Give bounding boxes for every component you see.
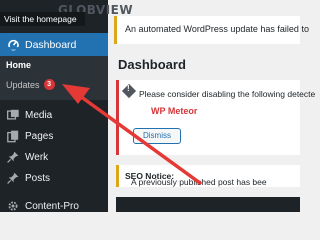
media-icon	[4, 108, 22, 122]
submenu-updates-label: Updates	[6, 79, 40, 90]
notice-text: An automated WordPress update has failed…	[125, 24, 309, 34]
plugin-conflict-notice: ! Please consider disabling the followin…	[116, 80, 315, 155]
update-failed-notice: An automated WordPress update has failed…	[114, 16, 309, 44]
seo-notice-text: A previously published post has bee	[131, 177, 267, 187]
submenu-home[interactable]: Home	[6, 60, 31, 70]
sidebar-item-werk[interactable]: Werk	[0, 146, 108, 168]
sidebar-item-label: Media	[25, 109, 53, 121]
pin-icon	[4, 171, 22, 185]
admin-sidebar: GLOBVIEW Visit the homepage Dashboard Ho…	[0, 0, 133, 212]
gear-icon	[4, 199, 22, 213]
sidebar-item-label: Dashboard	[25, 38, 77, 51]
main-content: An automated WordPress update has failed…	[108, 0, 315, 212]
dismiss-button[interactable]: Dismiss	[133, 128, 181, 144]
sidebar-item-label: Posts	[25, 172, 51, 184]
notice-text: SEO Notice: A previously published post …	[125, 171, 267, 187]
sidebar-item-pages[interactable]: Pages	[0, 125, 108, 147]
seo-notice: SEO Notice: A previously published post …	[116, 165, 300, 187]
pin-icon	[4, 150, 22, 164]
dashboard-widget	[116, 197, 300, 212]
sidebar-item-label: Werk	[25, 151, 49, 163]
sidebar-item-posts[interactable]: Posts	[0, 167, 108, 189]
homepage-tooltip: Visit the homepage	[0, 12, 85, 26]
sidebar-item-dashboard[interactable]: Dashboard	[0, 33, 108, 56]
updates-count-badge: 3	[43, 79, 55, 90]
sidebar-item-label: Content-Pro	[25, 200, 79, 212]
exclamation-icon: !	[127, 84, 130, 93]
notice-text: Please consider disabling the following …	[139, 89, 316, 99]
sidebar-item-media[interactable]: Media	[0, 104, 108, 126]
sidebar-item-label: Pages	[25, 130, 54, 142]
submenu-updates[interactable]: Updates 3	[6, 79, 55, 90]
page-title: Dashboard	[118, 57, 186, 72]
plugin-name: WP Meteor	[151, 106, 198, 116]
sidebar-item-content-pro[interactable]: Content-Pro	[0, 195, 108, 217]
dashboard-submenu: Home Updates 3	[0, 56, 108, 100]
pages-icon	[4, 129, 22, 143]
dashboard-icon	[4, 38, 22, 52]
